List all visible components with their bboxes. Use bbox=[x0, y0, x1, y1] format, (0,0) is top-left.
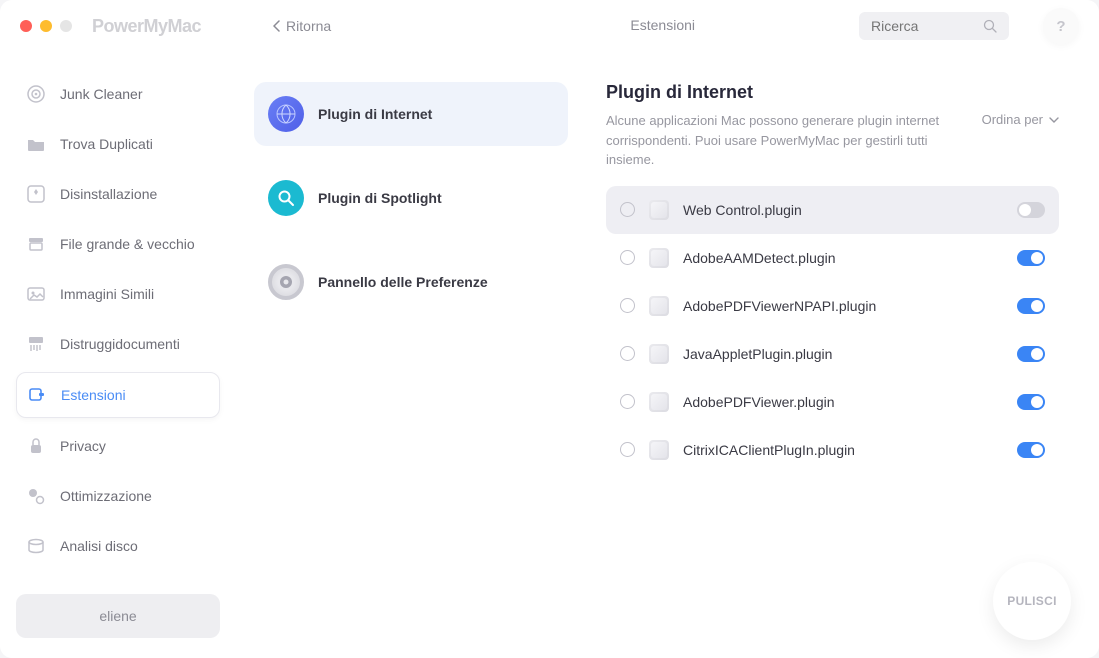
radar-icon bbox=[26, 84, 46, 104]
plugin-row[interactable]: Web Control.plugin bbox=[606, 186, 1059, 234]
chevron-left-icon bbox=[273, 20, 280, 32]
chevron-down-icon bbox=[1049, 117, 1059, 123]
sidebar-item-label: Distruggidocumenti bbox=[60, 336, 180, 352]
plugin-icon bbox=[649, 344, 669, 364]
plugin-icon bbox=[649, 248, 669, 268]
plugin-name: Web Control.plugin bbox=[683, 202, 1003, 218]
checkbox[interactable] bbox=[620, 202, 635, 217]
plugin-name: AdobeAAMDetect.plugin bbox=[683, 250, 1003, 266]
archive-icon bbox=[26, 234, 46, 254]
category-label: Plugin di Internet bbox=[318, 106, 432, 122]
plugin-row[interactable]: JavaAppletPlugin.plugin bbox=[606, 330, 1059, 378]
search-input[interactable] bbox=[871, 18, 983, 34]
sidebar-item-label: Ottimizzazione bbox=[60, 488, 152, 504]
plugin-row[interactable]: AdobeAAMDetect.plugin bbox=[606, 234, 1059, 282]
plugin-name: AdobePDFViewerNPAPI.plugin bbox=[683, 298, 1003, 314]
toggle[interactable] bbox=[1017, 250, 1045, 266]
clean-label: PULISCI bbox=[1007, 594, 1056, 608]
plugin-name: AdobePDFViewer.plugin bbox=[683, 394, 1003, 410]
search-icon bbox=[983, 19, 997, 33]
sidebar-item-extensions[interactable]: Estensioni bbox=[16, 372, 220, 418]
image-icon bbox=[26, 284, 46, 304]
sidebar-item-uninstall[interactable]: Disinstallazione bbox=[16, 172, 220, 216]
lock-icon bbox=[26, 436, 46, 456]
disk-icon bbox=[26, 536, 46, 556]
sidebar-item-find-duplicates[interactable]: Trova Duplicati bbox=[16, 122, 220, 166]
clean-button[interactable]: PULISCI bbox=[993, 562, 1071, 640]
maximize-icon[interactable] bbox=[60, 20, 72, 32]
sidebar-item-junk-cleaner[interactable]: Junk Cleaner bbox=[16, 72, 220, 116]
body: Junk Cleaner Trova Duplicati Disinstalla… bbox=[0, 52, 1099, 658]
sidebar-item-large-old-files[interactable]: File grande & vecchio bbox=[16, 222, 220, 266]
sidebar-item-disk-analysis[interactable]: Analisi disco bbox=[16, 524, 220, 568]
sidebar: Junk Cleaner Trova Duplicati Disinstalla… bbox=[0, 52, 236, 658]
folder-icon bbox=[26, 134, 46, 154]
app-title: PowerMyMac bbox=[92, 16, 201, 37]
page-description: Alcune applicazioni Mac possono generare… bbox=[606, 111, 962, 170]
sidebar-item-label: Analisi disco bbox=[60, 538, 138, 554]
close-icon[interactable] bbox=[20, 20, 32, 32]
sidebar-item-label: Estensioni bbox=[61, 387, 126, 403]
sidebar-item-shredder[interactable]: Distruggidocumenti bbox=[16, 322, 220, 366]
plugin-icon bbox=[649, 200, 669, 220]
checkbox[interactable] bbox=[620, 250, 635, 265]
sort-label: Ordina per bbox=[982, 112, 1043, 127]
checkbox[interactable] bbox=[620, 298, 635, 313]
tab-extensions[interactable]: Estensioni bbox=[630, 9, 695, 43]
sidebar-item-label: Junk Cleaner bbox=[60, 86, 143, 102]
sidebar-item-label: Trova Duplicati bbox=[60, 136, 153, 152]
page-title: Plugin di Internet bbox=[606, 82, 962, 103]
user-badge[interactable]: eliene bbox=[16, 594, 220, 638]
category-label: Plugin di Spotlight bbox=[318, 190, 442, 206]
sidebar-item-privacy[interactable]: Privacy bbox=[16, 424, 220, 468]
sidebar-item-label: File grande & vecchio bbox=[60, 236, 195, 252]
sidebar-item-label: Privacy bbox=[60, 438, 106, 454]
plugin-row[interactable]: CitrixICAClientPlugIn.plugin bbox=[606, 426, 1059, 474]
plugin-list: Web Control.plugin AdobeAAMDetect.plugin A… bbox=[606, 186, 1059, 474]
search-circle-icon bbox=[268, 180, 304, 216]
back-label: Ritorna bbox=[286, 18, 331, 34]
category-preference-pane[interactable]: Pannello delle Preferenze bbox=[254, 250, 568, 314]
plugin-name: JavaAppletPlugin.plugin bbox=[683, 346, 1003, 362]
shred-icon bbox=[26, 334, 46, 354]
plugin-row[interactable]: AdobePDFViewerNPAPI.plugin bbox=[606, 282, 1059, 330]
gear-circle-icon bbox=[268, 264, 304, 300]
sidebar-item-label: Disinstallazione bbox=[60, 186, 157, 202]
toggle[interactable] bbox=[1017, 202, 1045, 218]
rocket-icon bbox=[26, 486, 46, 506]
checkbox[interactable] bbox=[620, 346, 635, 361]
titlebar: PowerMyMac Ritorna Estensioni ? bbox=[0, 0, 1099, 52]
category-label: Pannello delle Preferenze bbox=[318, 274, 488, 290]
help-button[interactable]: ? bbox=[1043, 8, 1079, 44]
sort-button[interactable]: Ordina per bbox=[982, 82, 1059, 127]
category-spotlight-plugins[interactable]: Plugin di Spotlight bbox=[254, 166, 568, 230]
plugin-icon bbox=[649, 440, 669, 460]
globe-icon bbox=[268, 96, 304, 132]
search-box[interactable] bbox=[859, 12, 1009, 40]
minimize-icon[interactable] bbox=[40, 20, 52, 32]
traffic-lights bbox=[20, 20, 72, 32]
category-column: Plugin di Internet Plugin di Spotlight P… bbox=[236, 52, 586, 658]
ext-icon bbox=[27, 385, 47, 405]
plugin-row[interactable]: AdobePDFViewer.plugin bbox=[606, 378, 1059, 426]
plugin-icon bbox=[649, 296, 669, 316]
checkbox[interactable] bbox=[620, 442, 635, 457]
toggle[interactable] bbox=[1017, 346, 1045, 362]
content-header: Plugin di Internet Alcune applicazioni M… bbox=[606, 82, 1059, 170]
plugin-icon bbox=[649, 392, 669, 412]
app-icon bbox=[26, 184, 46, 204]
toggle[interactable] bbox=[1017, 394, 1045, 410]
app-window: PowerMyMac Ritorna Estensioni ? Junk Cle… bbox=[0, 0, 1099, 658]
toggle[interactable] bbox=[1017, 298, 1045, 314]
sidebar-item-optimization[interactable]: Ottimizzazione bbox=[16, 474, 220, 518]
checkbox[interactable] bbox=[620, 394, 635, 409]
plugin-name: CitrixICAClientPlugIn.plugin bbox=[683, 442, 1003, 458]
back-button[interactable]: Ritorna bbox=[273, 18, 331, 34]
sidebar-item-similar-images[interactable]: Immagini Simili bbox=[16, 272, 220, 316]
header-right: Estensioni ? bbox=[630, 8, 1079, 44]
category-internet-plugins[interactable]: Plugin di Internet bbox=[254, 82, 568, 146]
toggle[interactable] bbox=[1017, 442, 1045, 458]
sidebar-item-label: Immagini Simili bbox=[60, 286, 154, 302]
